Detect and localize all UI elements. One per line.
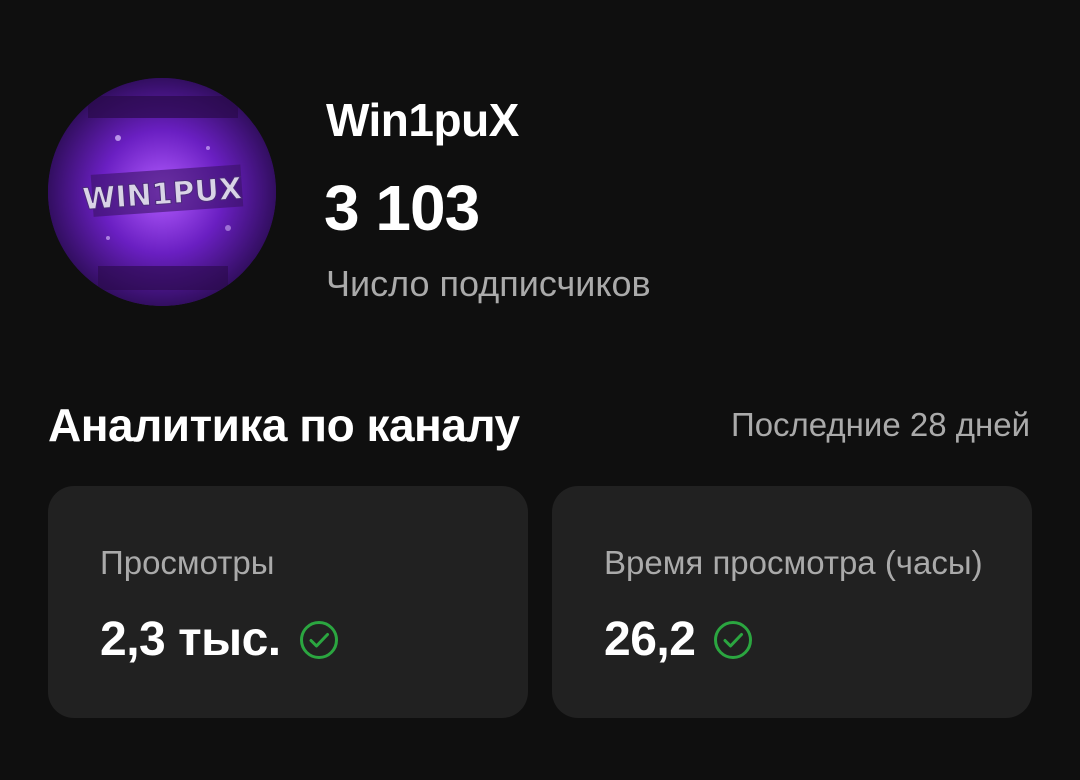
analytics-section-title: Аналитика по каналу [48, 399, 520, 451]
subscriber-count-label: Число подписчиков [326, 263, 651, 304]
avatar-image: WIN1PUX [48, 78, 276, 306]
views-card-label: Просмотры [100, 544, 275, 581]
watch-time-card-label: Время просмотра (часы) [604, 544, 983, 581]
analytics-period-selector[interactable]: Последние 28 дней [731, 404, 1030, 446]
watch-time-card-value-row: 26,2 [604, 610, 753, 670]
watch-time-card[interactable]: Время просмотра (часы) 26,2 [552, 486, 1032, 718]
watch-time-card-value: 26,2 [604, 613, 696, 666]
views-card-value-row: 2,3 тыс. [100, 610, 339, 670]
views-card[interactable]: Просмотры 2,3 тыс. [48, 486, 528, 718]
check-circle-icon [299, 620, 339, 660]
subscriber-count: 3 103 [324, 172, 480, 244]
channel-name: Win1puX [326, 94, 519, 146]
views-card-value: 2,3 тыс. [100, 613, 281, 666]
channel-avatar[interactable]: WIN1PUX [48, 78, 276, 306]
check-circle-icon [713, 620, 753, 660]
